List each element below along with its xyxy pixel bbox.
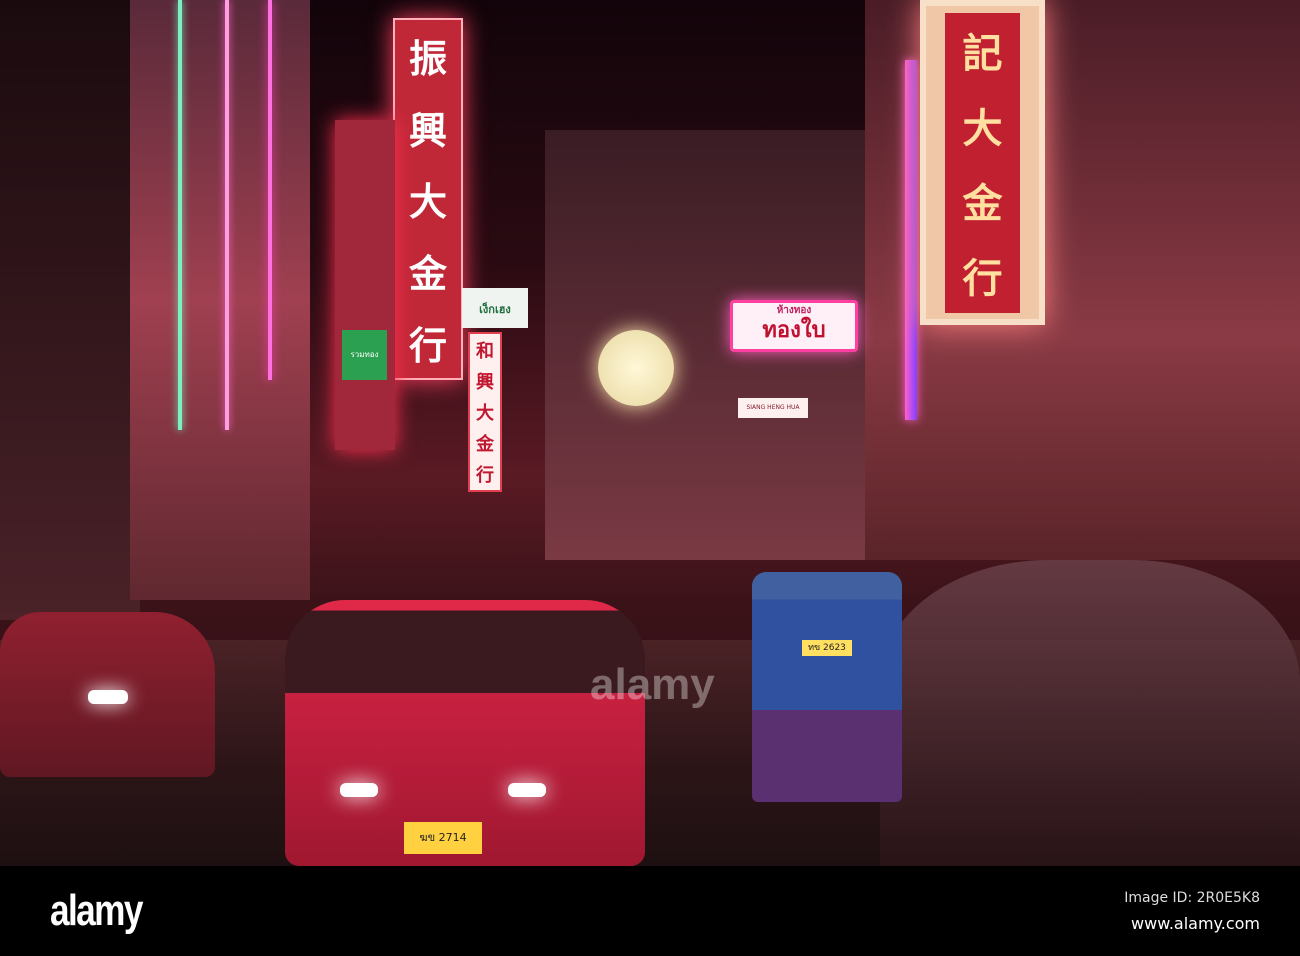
sign-char: 記 bbox=[962, 30, 1003, 77]
thai-gold-sign: ห้างทอง ทองใบ bbox=[730, 300, 858, 352]
watermark: alamy bbox=[590, 660, 715, 709]
left-vertical-sign: 振 興 大 金 行 bbox=[393, 18, 463, 380]
tuk-tuk-plate: ทข 2623 bbox=[802, 640, 852, 656]
sign-char: 和 bbox=[476, 340, 494, 362]
sign-char: 大 bbox=[476, 402, 494, 424]
sign-char: 興 bbox=[408, 107, 447, 153]
crowd-right bbox=[880, 560, 1300, 866]
taxi-headlight bbox=[340, 783, 378, 797]
neon-stripe bbox=[268, 0, 272, 380]
center-vertical-sign: 和 興 大 金 行 bbox=[468, 332, 502, 492]
neon-stripe bbox=[178, 0, 182, 430]
sign-char: 大 bbox=[962, 105, 1003, 152]
alamy-logo: alamy bbox=[50, 886, 143, 935]
tuk-tuk-plate-text: ทข 2623 bbox=[808, 643, 846, 653]
red-neon-sign bbox=[335, 120, 395, 450]
right-vertical-sign: 記 大 金 行 bbox=[920, 0, 1045, 325]
sign-char: 行 bbox=[476, 465, 494, 487]
street-photo: 振 興 大 金 行 รวมทอง เง็กเฮง 和 興 大 金 行 記 大 金… bbox=[0, 0, 1300, 866]
left-building bbox=[0, 0, 140, 620]
sign-char: 振 bbox=[408, 36, 447, 82]
sign-char: 行 bbox=[408, 322, 447, 368]
sign-char: 大 bbox=[408, 179, 447, 225]
sign-char: 金 bbox=[962, 180, 1003, 227]
green-sign-text: รวมทอง bbox=[350, 350, 379, 359]
white-sign-text: เง็กเฮง bbox=[479, 303, 511, 316]
sign-char: 行 bbox=[962, 255, 1003, 302]
taxi-plate: ฆข 2714 bbox=[404, 822, 482, 854]
green-sign: รวมทอง bbox=[342, 330, 387, 380]
sign-char: 興 bbox=[476, 371, 494, 393]
left-car-headlight bbox=[88, 690, 128, 704]
neon-stripe bbox=[905, 60, 917, 420]
sign-char: 金 bbox=[408, 251, 447, 297]
website-link[interactable]: www.alamy.com bbox=[1131, 914, 1260, 933]
thai-sign-top-text: ห้างทอง bbox=[776, 305, 812, 316]
taxi-headlight bbox=[508, 783, 546, 797]
tuk-tuk bbox=[752, 572, 902, 802]
siang-heng-text: SIANG HENG HUA bbox=[746, 404, 800, 411]
neon-building bbox=[130, 0, 310, 600]
siang-heng-sign: SIANG HENG HUA bbox=[738, 398, 808, 418]
taxi-plate-text: ฆข 2714 bbox=[419, 831, 467, 844]
footer-bar: alamy Image ID: 2R0E5K8 www.alamy.com bbox=[0, 866, 1300, 956]
image-id: Image ID: 2R0E5K8 bbox=[1124, 890, 1260, 906]
clock-sign bbox=[598, 330, 674, 406]
sign-char: 金 bbox=[476, 434, 494, 456]
white-sign: เง็กเฮง bbox=[462, 288, 528, 328]
thai-sign-main-text: ทองใบ bbox=[762, 318, 826, 343]
neon-stripe bbox=[225, 0, 229, 430]
right-sign-panel: 記 大 金 行 bbox=[945, 12, 1020, 313]
